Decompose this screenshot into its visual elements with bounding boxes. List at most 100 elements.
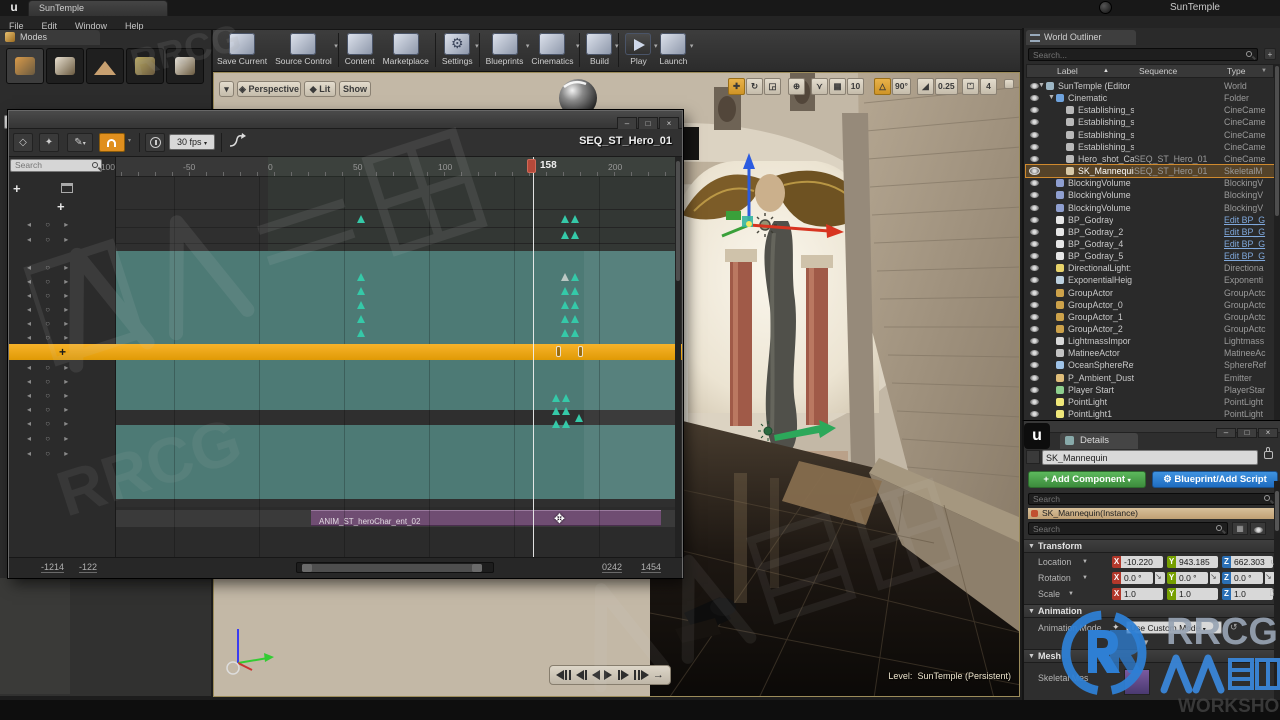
range-end-outer[interactable]: 1454 [641, 562, 662, 573]
fps-dropdown[interactable]: 30 fps ▾ [169, 134, 215, 150]
edit-blueprint-link[interactable]: Edit BP_G [1224, 238, 1280, 250]
dropdown-arrow-icon[interactable]: ▾ [615, 42, 619, 50]
close-button[interactable]: × [1258, 428, 1278, 438]
rotate-tool-button[interactable]: ↻ [746, 78, 763, 95]
expand-arrow-icon[interactable]: ▼ [1048, 92, 1055, 104]
jump-to-end-button[interactable] [633, 669, 649, 681]
sequencer-search-input[interactable] [10, 159, 102, 172]
transform-section-header[interactable]: ▼ Transform [1024, 539, 1280, 553]
outliner-row-bp-godray-2[interactable]: BP_Godray_2 Edit BP_G [1026, 226, 1274, 238]
rotation-z-field[interactable]: 0.0 ° [1231, 572, 1263, 584]
playhead-marker[interactable] [527, 159, 536, 173]
timeline-ruler[interactable]: -100 -50 0 50 100 200 [98, 157, 677, 177]
dropdown-arrow-icon[interactable]: ▾ [334, 42, 338, 50]
dropdown-arrow-icon[interactable]: ▾ [526, 42, 530, 50]
visibility-eye-icon[interactable] [1030, 350, 1039, 357]
add-key-button[interactable]: + [59, 345, 66, 359]
location-z-field[interactable]: 662.303 [1231, 556, 1273, 568]
outliner-search-input[interactable] [1028, 48, 1258, 61]
outliner-filter-icon[interactable]: + [1264, 48, 1276, 60]
outliner-row-blockingvolume[interactable]: BlockingVolume BlockingV [1026, 202, 1274, 214]
mode-placement-icon[interactable] [6, 48, 44, 84]
viewport-options-button[interactable]: ▾ [219, 81, 234, 97]
key-nav-buttons[interactable]: ◂ ○ ▸ [27, 319, 97, 329]
mode-landscape-icon[interactable] [86, 48, 124, 84]
tracks-scrollbar[interactable] [675, 157, 681, 557]
key-nav-buttons[interactable]: ◂ ○ ▸ [27, 434, 97, 444]
toolbar-build-button[interactable]: Build ▾ [586, 32, 618, 66]
visibility-eye-icon[interactable] [1030, 265, 1039, 272]
range-end-inner[interactable]: 0242 [602, 562, 623, 573]
selected-track-row[interactable]: + [9, 344, 682, 360]
outliner-column-headers[interactable]: Label ▲ Sequence Type ▼ [1026, 64, 1274, 78]
keyframe-marker[interactable] [561, 215, 569, 223]
show-button[interactable]: Show [339, 81, 371, 97]
rotation-x-field[interactable]: 0.0 ° [1121, 572, 1153, 584]
grid-snap-value[interactable]: 10 [847, 78, 864, 95]
time-options-icon[interactable] [145, 133, 165, 152]
grid-snap-icon[interactable]: ▦ [829, 78, 846, 95]
play-reverse-button[interactable] [592, 669, 601, 681]
outliner-row-bp-godray-4[interactable]: BP_Godray_4 Edit BP_G [1026, 238, 1274, 250]
mode-foliage-icon[interactable] [126, 48, 164, 84]
keyframe-options-icon[interactable]: ✦ [39, 133, 59, 152]
outliner-row-establishing-s[interactable]: Establishing_s CineCame [1026, 129, 1274, 141]
toolbar-marketplace-button[interactable]: Marketplace [383, 32, 429, 66]
play-button[interactable] [604, 669, 613, 681]
edit-blueprint-link[interactable]: Edit BP_G [1224, 250, 1280, 262]
toolbar-cinematics-button[interactable]: Cinematics ▾ [531, 32, 579, 66]
selected-keyframe[interactable] [556, 346, 561, 357]
keyframe-marker[interactable] [561, 287, 569, 295]
keyframe-marker[interactable] [357, 315, 365, 323]
outliner-row-groupactor-0[interactable]: GroupActor_0 GroupActc [1026, 299, 1274, 311]
dropdown-arrow-icon[interactable]: ▾ [654, 42, 658, 50]
outliner-row-bp-godray-5[interactable]: BP_Godray_5 Edit BP_G [1026, 250, 1274, 262]
surface-snap-icon[interactable]: ⋎ [811, 78, 828, 95]
outliner-row-pointlight1[interactable]: PointLight1 PointLight [1026, 408, 1274, 420]
edit-blueprint-link[interactable]: Edit BP_G [1224, 214, 1280, 226]
key-nav-buttons[interactable]: ◂ ○ ▸ [27, 363, 97, 373]
visibility-eye-icon[interactable] [1030, 362, 1039, 369]
outliner-row-matineeactor[interactable]: MatineeActor MatineeAc [1026, 347, 1274, 359]
tab-details[interactable]: Details [1060, 433, 1138, 449]
scale-snap-icon[interactable]: ◢ [917, 78, 934, 95]
outliner-row-p-ambient-dust[interactable]: P_Ambient_Dust Emitter [1026, 372, 1274, 384]
mode-paint-icon[interactable] [46, 48, 84, 84]
outliner-row-pointlight[interactable]: PointLight PointLight [1026, 396, 1274, 408]
keyframe-marker[interactable] [562, 394, 570, 402]
step-forward-button[interactable] [617, 669, 629, 681]
visibility-eye-icon[interactable] [1030, 216, 1039, 223]
add-track-button[interactable]: + [13, 181, 21, 196]
outliner-row-establishing-s[interactable]: Establishing_s CineCame [1026, 141, 1274, 153]
visibility-eye-icon[interactable] [1030, 253, 1039, 260]
key-nav-buttons[interactable]: ◂ ○ ▸ [27, 449, 97, 459]
visibility-eye-icon[interactable] [1030, 338, 1039, 345]
edit-options-icon[interactable]: ✎▾ [67, 133, 93, 152]
visibility-eye-icon[interactable] [1030, 143, 1039, 150]
keyframe-marker[interactable] [561, 329, 569, 337]
project-tab[interactable]: SunTemple [28, 0, 168, 16]
range-start-inner[interactable]: -122 [79, 562, 98, 573]
property-matrix-icon[interactable]: ▦ [1232, 522, 1248, 535]
scrollbar-left-handle[interactable] [302, 564, 312, 572]
key-nav-buttons[interactable]: ◂ ○ ▸ [27, 263, 97, 273]
dropdown-arrow-icon[interactable]: ▾ [690, 42, 694, 50]
visibility-eye-icon[interactable] [1030, 192, 1039, 199]
components-search-input[interactable] [1028, 493, 1276, 505]
world-space-icon[interactable]: ⊕ [788, 78, 805, 95]
properties-search-input[interactable] [1028, 522, 1228, 535]
lit-mode-button[interactable]: ◆ Lit [304, 81, 336, 97]
keyframe-marker[interactable] [357, 215, 365, 223]
minimize-button[interactable]: – [1216, 428, 1236, 438]
keyframe-marker[interactable] [561, 231, 569, 239]
outliner-row-establishing-s[interactable]: Establishing_s CineCame [1026, 116, 1274, 128]
key-nav-buttons[interactable]: ◂ ○ ▸ [27, 220, 97, 230]
visibility-eye-icon[interactable] [1029, 167, 1040, 176]
key-nav-buttons[interactable]: ◂ ○ ▸ [27, 333, 97, 343]
snap-dropdown-arrow[interactable]: ▾ [128, 137, 131, 144]
blueprint-add-script-button[interactable]: ⚙ Blueprint/Add Script [1152, 471, 1278, 488]
visibility-eye-icon[interactable] [1030, 374, 1039, 381]
toolbar-launch-button[interactable]: Launch ▾ [659, 32, 693, 66]
key-nav-buttons[interactable]: ◂ ○ ▸ [27, 419, 97, 429]
outliner-row-blockingvolume[interactable]: BlockingVolume BlockingV [1026, 177, 1274, 189]
